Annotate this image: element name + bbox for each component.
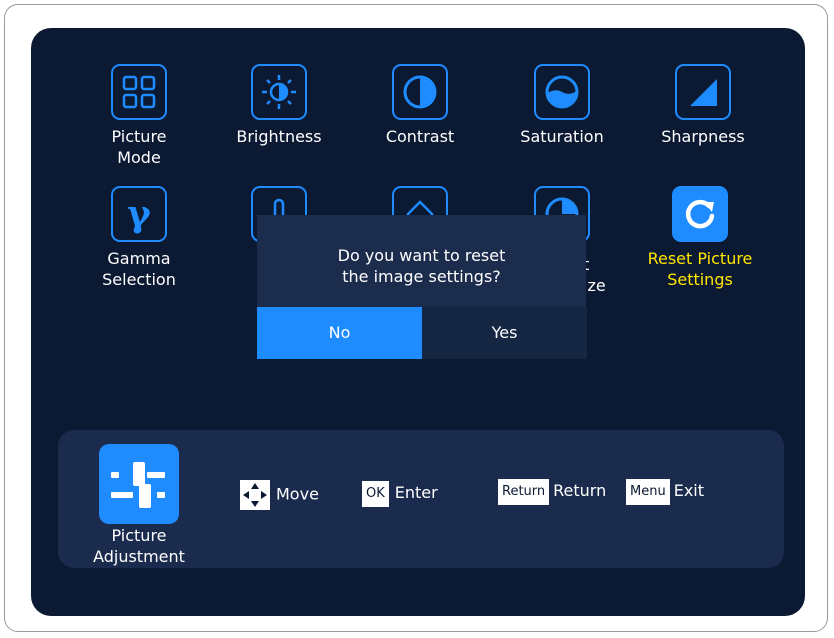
ok-key: OK — [362, 480, 389, 507]
saturation-icon — [534, 64, 590, 120]
exit-label: Exit — [673, 481, 704, 500]
tile-label-partial: t ize — [583, 255, 606, 295]
section-label: Picture Adjustment — [84, 525, 194, 567]
tile-label: Brightness — [236, 127, 322, 146]
yes-button[interactable]: Yes — [422, 307, 587, 359]
brightness-icon — [251, 64, 307, 120]
reset-icon — [672, 186, 728, 242]
menu-key: Menu — [626, 478, 670, 505]
return-key: Return — [498, 478, 550, 505]
contrast-icon — [392, 64, 448, 120]
no-button[interactable]: No — [257, 307, 422, 359]
enter-label: Enter — [394, 483, 438, 502]
arrow-keys-icon — [240, 480, 270, 510]
tile-label: Saturation — [520, 127, 604, 146]
tile-gamma-selection[interactable]: γ Gamma Selection — [69, 186, 209, 290]
dialog-question-line2: the image settings? — [342, 267, 501, 286]
hint-return: Return Return — [498, 478, 607, 505]
tile-contrast[interactable]: Contrast — [350, 64, 490, 147]
tile-label: Gamma Selection — [102, 249, 176, 289]
section-label-line1: Picture — [111, 526, 167, 545]
tile-label: Contrast — [385, 127, 455, 146]
return-label: Return — [553, 481, 607, 500]
picture-mode-icon — [111, 64, 167, 120]
reset-confirm-dialog: Do you want to reset the image settings?… — [257, 215, 587, 359]
hint-exit: Menu Exit — [626, 478, 704, 505]
move-label: Move — [276, 484, 319, 504]
dialog-question-line1: Do you want to reset — [337, 246, 506, 265]
tile-label: Sharpness — [661, 127, 745, 146]
tile-label: Reset Picture Settings — [647, 249, 753, 289]
sharpness-icon — [675, 64, 731, 120]
section-label-line2: Adjustment — [93, 547, 185, 566]
dialog-question: Do you want to reset the image settings? — [257, 245, 586, 287]
hint-enter: OK Enter — [362, 480, 438, 507]
tile-sharpness[interactable]: Sharpness — [633, 64, 773, 147]
gamma-icon: γ — [111, 186, 167, 242]
hint-move: Move — [240, 480, 319, 510]
tile-brightness[interactable]: Brightness — [209, 64, 349, 147]
tile-picture-mode[interactable]: Picture Mode — [69, 64, 209, 168]
tile-label: Picture Mode — [111, 127, 167, 167]
tile-reset-picture-settings[interactable]: Reset Picture Settings — [630, 186, 770, 290]
picture-adjustment-icon — [99, 444, 179, 524]
tile-saturation[interactable]: Saturation — [492, 64, 632, 147]
